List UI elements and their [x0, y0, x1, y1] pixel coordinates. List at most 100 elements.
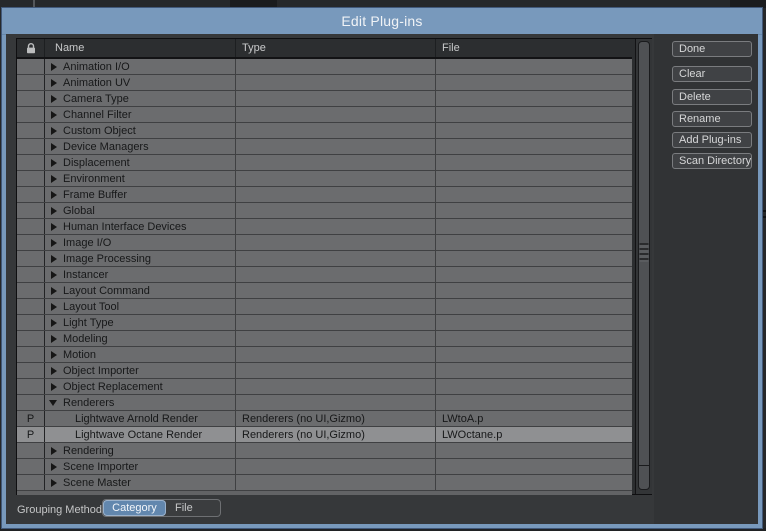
expand-triangle-icon[interactable]: [51, 318, 57, 327]
name-cell: Scene Importer: [45, 459, 236, 474]
expand-triangle-icon[interactable]: [51, 174, 57, 183]
done-button[interactable]: Done: [672, 41, 752, 57]
expand-triangle-icon[interactable]: [51, 302, 57, 311]
table-row-category[interactable]: Renderers: [17, 395, 632, 411]
expand-triangle-icon[interactable]: [51, 206, 57, 215]
table-row-category[interactable]: Image Processing: [17, 251, 632, 267]
table-row-category[interactable]: Object Importer: [17, 363, 632, 379]
column-header-lock: [17, 39, 45, 57]
lock-cell: [17, 395, 45, 410]
scrollbar-thumb[interactable]: [638, 41, 650, 490]
table-row-plugin[interactable]: P Lightwave Arnold Render Renderers (no UI…: [17, 411, 632, 427]
table-row-category[interactable]: Animation UV: [17, 75, 632, 91]
grouping-method-label: Grouping Method: [17, 504, 102, 516]
plugin-name-label: Frame Buffer: [63, 188, 127, 201]
expand-triangle-icon[interactable]: [51, 190, 57, 199]
lock-cell: P: [17, 427, 45, 442]
delete-button[interactable]: Delete: [672, 89, 752, 105]
lock-cell: [17, 107, 45, 122]
expand-triangle-icon[interactable]: [51, 238, 57, 247]
column-header-file[interactable]: File: [436, 39, 632, 57]
expand-triangle-icon[interactable]: [51, 270, 57, 279]
table-row-category[interactable]: Animation I/O: [17, 59, 632, 75]
plugin-name-label: Human Interface Devices: [63, 220, 187, 233]
expand-triangle-icon[interactable]: [51, 382, 57, 391]
lock-cell: [17, 315, 45, 330]
plugin-name-label: Object Replacement: [63, 380, 163, 393]
expand-triangle-icon[interactable]: [51, 462, 57, 471]
table-row-category[interactable]: Camera Type: [17, 91, 632, 107]
name-cell: Instancer: [45, 267, 236, 282]
expand-triangle-icon[interactable]: [51, 366, 57, 375]
name-cell: Displacement: [45, 155, 236, 170]
table-row-category[interactable]: Custom Object: [17, 123, 632, 139]
table-row-plugin[interactable]: P Lightwave Octane Render Renderers (no UI…: [17, 427, 632, 443]
table-row-category[interactable]: Global: [17, 203, 632, 219]
table-row-category[interactable]: Layout Command: [17, 283, 632, 299]
table-row-category[interactable]: Scene Importer: [17, 459, 632, 475]
name-cell: Renderers: [45, 395, 236, 410]
table-row-category[interactable]: Scene Master: [17, 475, 632, 491]
table-row-category[interactable]: Device Managers: [17, 139, 632, 155]
table-row-category[interactable]: Motion: [17, 347, 632, 363]
plugin-name-label: Rendering: [63, 444, 114, 457]
expand-triangle-icon[interactable]: [51, 94, 57, 103]
expand-triangle-icon[interactable]: [51, 142, 57, 151]
expand-triangle-icon[interactable]: [51, 334, 57, 343]
scrollbar-thumb-split: [639, 465, 649, 466]
lock-cell: [17, 475, 45, 490]
plugin-name-label: Object Importer: [63, 364, 139, 377]
expand-triangle-icon[interactable]: [51, 158, 57, 167]
vertical-scrollbar[interactable]: [635, 39, 652, 494]
table-row-category[interactable]: Channel Filter: [17, 107, 632, 123]
expand-triangle-icon[interactable]: [51, 126, 57, 135]
plugin-name-label: Light Type: [63, 316, 114, 329]
add-plugins-button[interactable]: Add Plug-ins: [672, 132, 752, 148]
table-row-category[interactable]: Layout Tool: [17, 299, 632, 315]
table-row-category[interactable]: Environment: [17, 171, 632, 187]
type-cell: [236, 187, 436, 202]
table-row-category[interactable]: Light Type: [17, 315, 632, 331]
column-header-name[interactable]: Name: [45, 39, 236, 57]
expand-triangle-icon[interactable]: [51, 350, 57, 359]
table-filler-row: [17, 491, 632, 495]
type-cell: [236, 123, 436, 138]
collapse-triangle-icon[interactable]: [49, 399, 57, 406]
name-cell: Device Managers: [45, 139, 236, 154]
name-cell: Image I/O: [45, 235, 236, 250]
clear-button[interactable]: Clear: [672, 66, 752, 82]
expand-triangle-icon[interactable]: [51, 78, 57, 87]
grouping-option-file[interactable]: File: [166, 500, 220, 516]
background-divider: [33, 0, 35, 8]
name-cell: Object Replacement: [45, 379, 236, 394]
type-cell: [236, 59, 436, 74]
lock-icon: [26, 42, 35, 53]
type-cell: [236, 267, 436, 282]
plugin-name-label: Instancer: [63, 268, 109, 281]
expand-triangle-icon[interactable]: [51, 446, 57, 455]
name-cell: Frame Buffer: [45, 187, 236, 202]
table-row-category[interactable]: Displacement: [17, 155, 632, 171]
expand-triangle-icon[interactable]: [51, 222, 57, 231]
table-row-category[interactable]: Frame Buffer: [17, 187, 632, 203]
expand-triangle-icon[interactable]: [51, 110, 57, 119]
table-row-category[interactable]: Modeling: [17, 331, 632, 347]
lock-cell: [17, 187, 45, 202]
expand-triangle-icon[interactable]: [51, 286, 57, 295]
plugin-name-label: Lightwave Octane Render: [75, 428, 203, 441]
lock-cell: [17, 235, 45, 250]
expand-triangle-icon[interactable]: [51, 478, 57, 487]
grouping-option-category[interactable]: Category: [103, 500, 166, 516]
expand-triangle-icon[interactable]: [51, 62, 57, 71]
table-row-category[interactable]: Instancer: [17, 267, 632, 283]
column-header-type[interactable]: Type: [236, 39, 436, 57]
lock-cell: [17, 203, 45, 218]
scan-directory-button[interactable]: Scan Directory: [672, 153, 752, 169]
type-cell: [236, 139, 436, 154]
rename-button[interactable]: Rename: [672, 111, 752, 127]
table-row-category[interactable]: Human Interface Devices: [17, 219, 632, 235]
expand-triangle-icon[interactable]: [51, 254, 57, 263]
table-row-category[interactable]: Image I/O: [17, 235, 632, 251]
table-row-category[interactable]: Object Replacement: [17, 379, 632, 395]
table-row-category[interactable]: Rendering: [17, 443, 632, 459]
